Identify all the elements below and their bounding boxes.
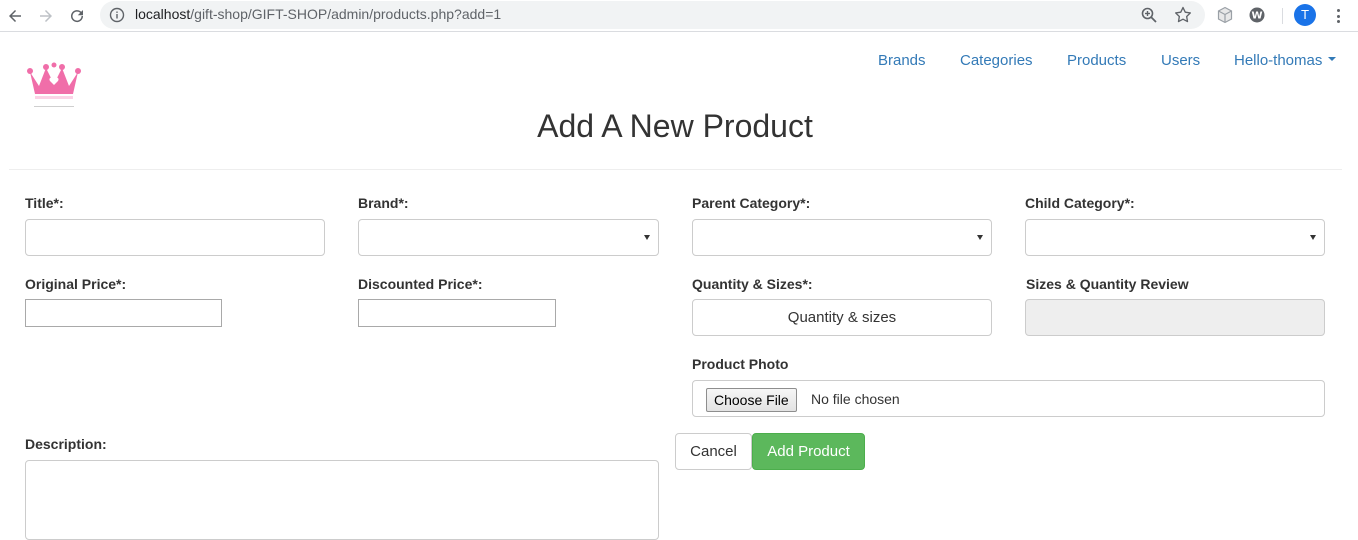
brand-label: Brand*:	[358, 195, 409, 211]
nav-link-brands[interactable]: Brands	[878, 52, 926, 69]
extension-cube-icon[interactable]	[1216, 6, 1234, 24]
url-path: /gift-shop/GIFT-SHOP/admin/products.php?…	[190, 6, 502, 22]
sizes-review-field	[1025, 299, 1325, 336]
zoom-icon[interactable]	[1140, 6, 1158, 24]
forward-arrow-icon[interactable]	[34, 4, 58, 28]
sizes-review-label: Sizes & Quantity Review	[1026, 276, 1189, 292]
back-arrow-icon[interactable]	[3, 4, 27, 28]
bookmark-star-icon[interactable]	[1173, 5, 1193, 25]
nav-link-products[interactable]: Products	[1067, 52, 1126, 69]
url-host: localhost	[135, 6, 191, 22]
title-label: Title*:	[25, 195, 64, 211]
parent-category-select[interactable]	[692, 219, 992, 256]
account-name: Hello-thomas	[1234, 52, 1323, 69]
add-product-button[interactable]: Add Product	[752, 433, 865, 470]
cancel-button[interactable]: Cancel	[675, 433, 752, 470]
product-photo-input[interactable]: Choose File No file chosen	[692, 380, 1325, 417]
description-textarea[interactable]	[25, 460, 659, 540]
caret-down-icon	[1328, 57, 1337, 62]
file-status: No file chosen	[811, 391, 900, 407]
account-dropdown[interactable]: Hello-thomas	[1234, 52, 1337, 69]
choose-file-button[interactable]: Choose File	[706, 388, 797, 412]
select-arrow-icon	[1310, 235, 1316, 240]
product-photo-label: Product Photo	[692, 356, 789, 372]
profile-avatar[interactable]: T	[1294, 4, 1316, 26]
title-input[interactable]	[25, 219, 325, 256]
nav-link-users[interactable]: Users	[1161, 52, 1200, 69]
quantity-sizes-button[interactable]: Quantity & sizes	[692, 299, 992, 336]
child-category-select[interactable]	[1025, 219, 1325, 256]
browser-menu-icon[interactable]	[1330, 6, 1346, 26]
select-arrow-icon	[644, 235, 650, 240]
original-price-input[interactable]	[25, 299, 222, 327]
info-icon[interactable]	[109, 7, 125, 23]
svg-text:W: W	[1251, 11, 1262, 22]
toolbar-separator	[1282, 8, 1283, 24]
top-navbar: Brands Categories Products Users Hello-t…	[0, 52, 1358, 72]
original-price-label: Original Price*:	[25, 276, 127, 292]
parent-category-label: Parent Category*:	[692, 195, 811, 211]
discounted-price-label: Discounted Price*:	[358, 276, 483, 292]
reload-icon[interactable]	[65, 4, 89, 28]
divider	[9, 169, 1342, 170]
address-bar[interactable]: localhost/gift-shop/GIFT-SHOP/admin/prod…	[100, 1, 1205, 29]
select-arrow-icon	[977, 235, 983, 240]
child-category-label: Child Category*:	[1025, 195, 1135, 211]
browser-toolbar: localhost/gift-shop/GIFT-SHOP/admin/prod…	[0, 0, 1358, 32]
page-title: Add A New Product	[537, 108, 813, 144]
url-text[interactable]: localhost/gift-shop/GIFT-SHOP/admin/prod…	[135, 6, 501, 22]
extension-w-icon[interactable]: W	[1248, 6, 1266, 24]
brand-select[interactable]	[358, 219, 659, 256]
discounted-price-input[interactable]	[358, 299, 556, 327]
description-label: Description:	[25, 436, 107, 452]
nav-link-categories[interactable]: Categories	[960, 52, 1033, 69]
quantity-sizes-label: Quantity & Sizes*:	[692, 276, 813, 292]
